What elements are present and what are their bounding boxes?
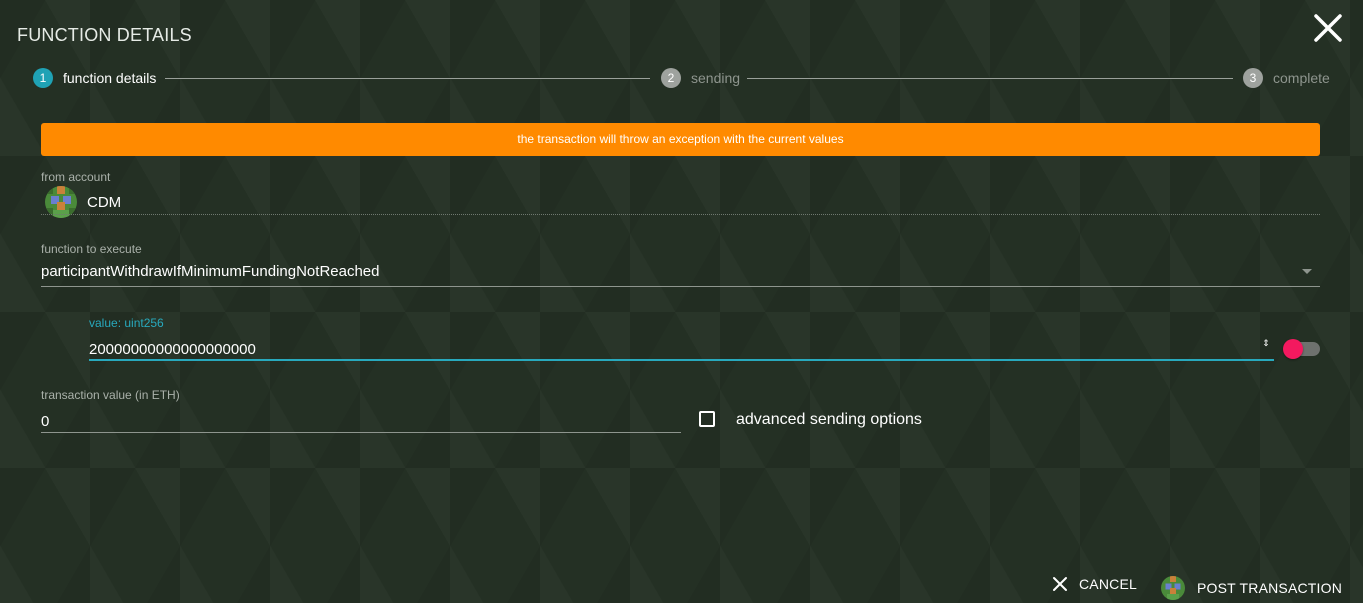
transaction-value-input[interactable] — [41, 411, 681, 431]
account-name: CDM — [87, 193, 122, 211]
step-number: 3 — [1243, 68, 1263, 88]
step-number: 2 — [661, 68, 681, 88]
from-account-label: from account — [41, 170, 111, 184]
cancel-label: CANCEL — [1079, 576, 1137, 592]
step-label: function details — [63, 70, 157, 86]
transaction-value-underline — [41, 432, 681, 433]
value-param-underline — [89, 359, 1274, 361]
close-icon — [1314, 14, 1342, 42]
cancel-button[interactable]: CANCEL — [1052, 576, 1137, 592]
function-select-underline — [41, 286, 1320, 287]
identicon-avatar-icon — [1161, 576, 1185, 600]
close-button[interactable] — [1311, 11, 1345, 45]
step-label: sending — [691, 70, 741, 86]
post-transaction-label: POST TRANSACTION — [1197, 580, 1343, 596]
step-number: 1 — [33, 68, 53, 88]
close-icon — [1053, 577, 1067, 591]
post-transaction-button[interactable]: POST TRANSACTION — [1161, 576, 1342, 600]
step-complete: 3 complete — [1243, 68, 1330, 88]
number-spinner-icon[interactable]: ⇕ — [1262, 339, 1270, 354]
advanced-options-checkbox[interactable] — [699, 411, 715, 427]
function-select[interactable]: participantWithdrawIfMinimumFundingNotRe… — [41, 263, 379, 280]
step-function-details: 1 function details — [33, 68, 156, 88]
from-account-underline — [41, 214, 1320, 215]
value-param-label: value: uint256 — [89, 316, 164, 330]
function-select-label: function to execute — [41, 242, 142, 256]
step-connector — [165, 78, 650, 79]
background-pattern — [0, 0, 1363, 603]
step-sending: 2 sending — [661, 68, 740, 88]
dialog-title: FUNCTION DETAILS — [17, 25, 192, 45]
step-connector — [747, 78, 1233, 79]
warning-banner: the transaction will throw an exception … — [41, 123, 1320, 156]
toggle-thumb[interactable] — [1283, 339, 1303, 359]
value-param-input[interactable] — [89, 339, 1259, 359]
transaction-value-label: transaction value (in ETH) — [41, 388, 180, 402]
dropdown-arrow-icon[interactable] — [1302, 269, 1312, 274]
step-label: complete — [1273, 70, 1330, 86]
advanced-options-label[interactable]: advanced sending options — [736, 411, 922, 429]
